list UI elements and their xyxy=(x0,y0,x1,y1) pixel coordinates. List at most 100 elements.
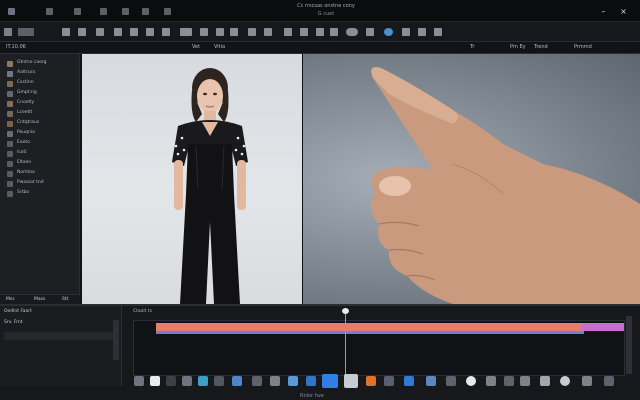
color-icon[interactable] xyxy=(198,376,208,386)
globe-icon[interactable] xyxy=(384,28,393,36)
render-active-icon[interactable] xyxy=(322,374,338,388)
speed-icon[interactable] xyxy=(270,376,280,386)
menu-help-icon[interactable] xyxy=(164,8,171,15)
undo-icon[interactable] xyxy=(4,28,12,36)
sidebar-item[interactable]: Pouqnia xyxy=(7,130,77,138)
fx-icon[interactable] xyxy=(214,376,224,386)
trim-icon[interactable] xyxy=(504,376,514,386)
hand-tool-icon[interactable] xyxy=(162,28,170,36)
sidebar-item[interactable]: Cntqtraus xyxy=(7,120,77,128)
globe-icon[interactable] xyxy=(560,376,570,386)
cloud-icon[interactable] xyxy=(346,28,358,36)
settings-icon[interactable] xyxy=(540,376,550,386)
zoom-icon[interactable] xyxy=(166,376,176,386)
caption-icon[interactable] xyxy=(344,374,358,388)
tab-prmmd[interactable]: Prmmd xyxy=(574,44,592,50)
close-icon[interactable]: × xyxy=(620,8,627,16)
transform-icon[interactable] xyxy=(232,376,242,386)
menu-mark-icon[interactable] xyxy=(142,8,149,15)
footer-label[interactable]: Mass xyxy=(34,297,45,302)
marker-icon[interactable] xyxy=(366,376,376,386)
fullscreen-icon[interactable] xyxy=(604,376,614,386)
clip-bar-orange[interactable] xyxy=(156,323,584,331)
tab-trend[interactable]: Trend xyxy=(534,44,548,50)
tab-pm-ey[interactable]: Pm Ey xyxy=(510,44,526,50)
snap-icon[interactable] xyxy=(316,28,324,36)
grid-icon[interactable] xyxy=(426,376,436,386)
check-icon[interactable] xyxy=(418,28,426,36)
redo-icon[interactable] xyxy=(18,28,34,36)
blend-tool-icon[interactable] xyxy=(248,28,256,36)
link-icon[interactable] xyxy=(486,376,496,386)
mask-tool-icon[interactable] xyxy=(230,28,238,36)
audio-icon xyxy=(7,91,13,97)
preview-icon[interactable] xyxy=(306,376,316,386)
export-toolbar-icon[interactable] xyxy=(434,28,442,36)
mask-icon[interactable] xyxy=(446,376,456,386)
sidebar-item[interactable]: Lceetlt xyxy=(7,110,77,118)
layers-icon[interactable] xyxy=(284,28,292,36)
app-logo-icon[interactable] xyxy=(8,8,15,15)
export-icon[interactable] xyxy=(582,376,592,386)
playhead-handle[interactable] xyxy=(342,308,349,314)
main-toolbar xyxy=(0,22,640,42)
clip-bar-blue[interactable] xyxy=(156,331,584,334)
timeline-scrollbar[interactable] xyxy=(113,320,119,360)
sidebar-item[interactable]: Csstinn xyxy=(7,80,77,88)
sidebar-item[interactable]: Gmpt:ng xyxy=(7,90,77,98)
sidebar-item[interactable]: Nomtoa xyxy=(7,170,77,178)
audio-meter-icon[interactable] xyxy=(366,28,374,36)
pen-tool-icon[interactable] xyxy=(146,28,154,36)
record-icon[interactable] xyxy=(466,376,476,386)
program-viewer[interactable] xyxy=(303,54,640,304)
playhead[interactable] xyxy=(345,308,346,376)
crop-tool-icon[interactable] xyxy=(216,28,224,36)
tab-view[interactable]: Vet xyxy=(192,44,200,50)
track-header-field[interactable] xyxy=(4,332,114,340)
text-tool-icon[interactable] xyxy=(200,28,208,36)
marker-icon[interactable] xyxy=(330,28,338,36)
cut-tool-icon[interactable] xyxy=(78,28,86,36)
sidebar-item[interactable]: Cnoetly xyxy=(7,100,77,108)
menu-view-icon[interactable] xyxy=(74,8,81,15)
sidebar-item[interactable]: Eaoto xyxy=(7,140,77,148)
ripple-tool-icon[interactable] xyxy=(96,28,104,36)
sidebar-item[interactable]: Aaltrucs xyxy=(7,70,77,78)
crop-icon[interactable] xyxy=(182,376,192,386)
sidebar-item[interactable]: Eltaen xyxy=(7,160,77,168)
track-header-label[interactable]: Oedlnt Faart xyxy=(4,309,32,314)
snapshot-icon[interactable] xyxy=(150,376,160,386)
keyframe-icon[interactable] xyxy=(384,376,394,386)
grid-icon[interactable] xyxy=(264,28,272,36)
track-header-label[interactable]: Srv. Frnt xyxy=(4,320,23,325)
slip-tool-icon[interactable] xyxy=(114,28,122,36)
tab-tr[interactable]: Tr xyxy=(470,44,474,50)
menu-edit-icon[interactable] xyxy=(46,8,53,15)
slide-tool-icon[interactable] xyxy=(130,28,138,36)
source-viewer[interactable] xyxy=(82,54,302,304)
effects-icon[interactable] xyxy=(520,376,530,386)
sidebar-item[interactable]: Icoti xyxy=(7,150,77,158)
sidebar-item[interactable]: Srtbo xyxy=(7,190,77,198)
render-icon[interactable] xyxy=(402,28,410,36)
menu-clip-icon[interactable] xyxy=(100,8,107,15)
timeline-vscroll[interactable] xyxy=(626,316,632,374)
tab-vitia[interactable]: Vitia xyxy=(214,44,225,50)
share-icon[interactable] xyxy=(404,376,414,386)
clip-icon[interactable] xyxy=(134,376,144,386)
footer-label[interactable]: Mss xyxy=(6,297,15,302)
stabilize-icon[interactable] xyxy=(252,376,262,386)
select-tool-icon[interactable] xyxy=(62,28,70,36)
zoom-tool-icon[interactable] xyxy=(180,28,192,36)
link-icon[interactable] xyxy=(300,28,308,36)
menu-effects-icon[interactable] xyxy=(122,8,129,15)
footer-label[interactable]: Stt xyxy=(62,297,68,302)
folder-icon xyxy=(7,131,13,137)
minimize-icon[interactable]: – xyxy=(600,8,607,16)
clip-bar-magenta[interactable] xyxy=(582,323,624,331)
source-tab[interactable]: IT.10.06 xyxy=(6,44,26,50)
timeline-track-area[interactable] xyxy=(133,320,625,376)
sidebar-item[interactable]: Gtntne caorg xyxy=(7,60,77,68)
audio-icon[interactable] xyxy=(288,376,298,386)
sidebar-item[interactable]: Pwaaiat tnd xyxy=(7,180,77,188)
